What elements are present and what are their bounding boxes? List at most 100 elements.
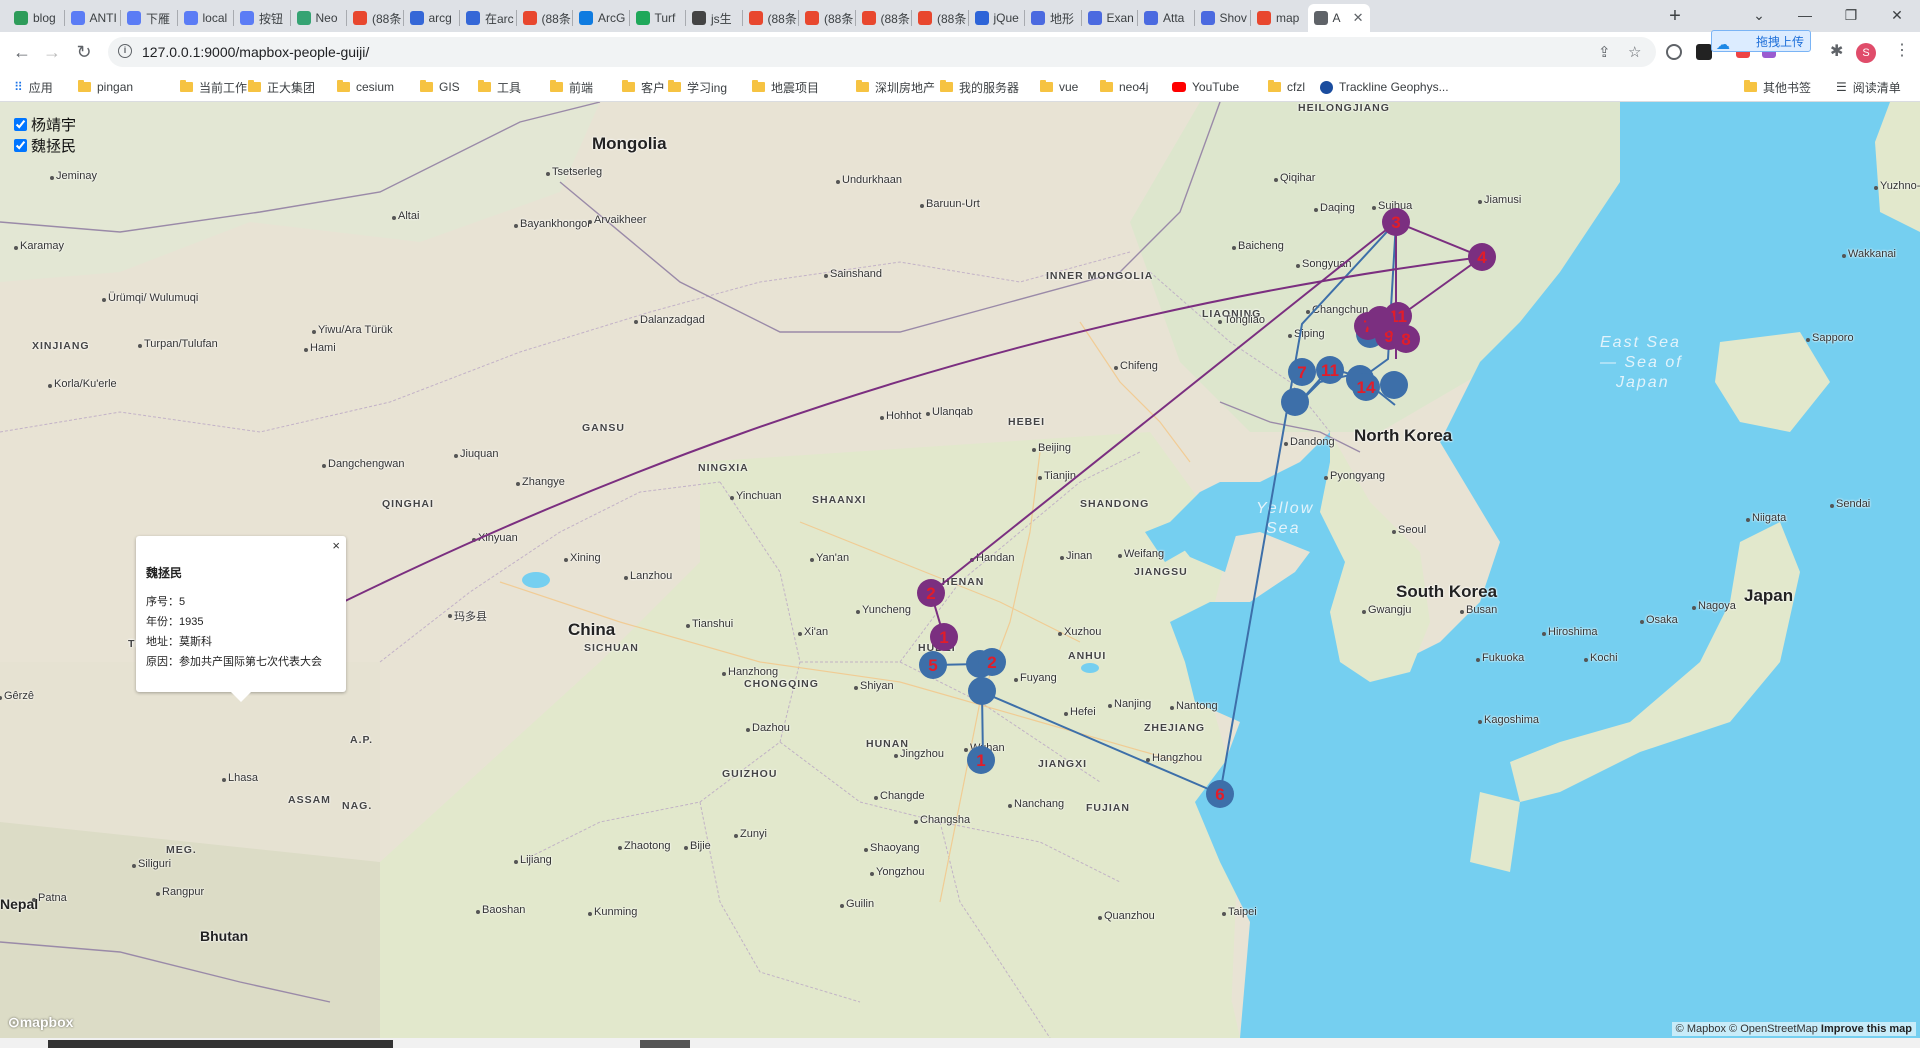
- tab-close-icon[interactable]: ✕: [1353, 10, 1364, 26]
- route-node-yang[interactable]: 5: [919, 651, 947, 679]
- tab-1[interactable]: ANTI: [65, 4, 121, 32]
- tab-22[interactable]: map: [1251, 4, 1307, 32]
- bookmark-9[interactable]: 学习ing: [668, 78, 727, 96]
- route-node-circle[interactable]: [1281, 388, 1309, 416]
- bookmark-star-icon[interactable]: ☆: [1628, 43, 1641, 61]
- url-text[interactable]: 127.0.0.1:9000/mapbox-people-guiji/: [142, 44, 369, 60]
- bookmark-12[interactable]: 我的服务器: [940, 78, 1019, 96]
- route-node-wei[interactable]: 4: [1468, 243, 1496, 271]
- extensions-puzzle-icon[interactable]: ✱: [1830, 41, 1846, 60]
- layer-toggle-wei[interactable]: 魏拯民: [14, 135, 76, 156]
- extension-dark-icon[interactable]: [1696, 44, 1712, 60]
- tab-5[interactable]: Neo: [291, 4, 347, 32]
- tab-2[interactable]: 下雁: [121, 4, 177, 32]
- route-node-yang[interactable]: [1380, 371, 1408, 399]
- layer-checkbox-yang[interactable]: [14, 118, 27, 131]
- layer-label-yang: 杨靖宇: [31, 117, 77, 134]
- bookmark-1[interactable]: pingan: [78, 78, 133, 96]
- tab-favicon-icon: [183, 11, 198, 25]
- mapbox-logo[interactable]: ⊙mapbox: [8, 1014, 73, 1031]
- bookmark-3[interactable]: 正大集团: [248, 78, 315, 96]
- tab-14[interactable]: (88条: [799, 4, 855, 32]
- bookmark-10[interactable]: 地震项目: [752, 78, 819, 96]
- tab-6[interactable]: (88条: [347, 4, 403, 32]
- share-icon[interactable]: ⇪: [1598, 43, 1611, 61]
- minimize-icon[interactable]: —: [1782, 0, 1828, 32]
- upload-button[interactable]: ☁ 拖拽上传: [1711, 30, 1811, 52]
- bookmark-17[interactable]: Trackline Geophys...: [1320, 78, 1449, 96]
- route-node-wei[interactable]: 2: [917, 579, 945, 607]
- tab-8[interactable]: 在arc: [460, 4, 516, 32]
- bookmark-7[interactable]: 前端: [550, 78, 593, 96]
- route-node-wei[interactable]: 1: [930, 623, 958, 651]
- tab-17[interactable]: jQue: [969, 4, 1025, 32]
- reload-icon[interactable]: ↻: [70, 38, 98, 66]
- tab-23[interactable]: A ✕: [1307, 4, 1370, 32]
- address-bar[interactable]: i 127.0.0.1:9000/mapbox-people-guiji/ ⇪ …: [108, 37, 1656, 67]
- bookmark-label: vue: [1059, 80, 1079, 94]
- route-node-yang[interactable]: [1281, 388, 1309, 416]
- tab-15[interactable]: (88条: [856, 4, 912, 32]
- route-node-yang[interactable]: 7: [1288, 358, 1316, 386]
- menu-kebab-icon[interactable]: ⋮: [1894, 40, 1910, 59]
- bookmark-6[interactable]: 工具: [478, 78, 521, 96]
- improve-map-link[interactable]: Improve this map: [1821, 1023, 1912, 1035]
- route-node-wei[interactable]: 3: [1382, 208, 1410, 236]
- forward-icon[interactable]: →: [38, 38, 66, 66]
- bookmark-label: 客户: [641, 80, 666, 95]
- tab-3[interactable]: local: [178, 4, 234, 32]
- extension-circle-icon[interactable]: [1666, 44, 1682, 60]
- route-node-circle[interactable]: [1380, 371, 1408, 399]
- tab-18[interactable]: 地形: [1025, 4, 1081, 32]
- bookmark-2[interactable]: 当前工作: [180, 78, 247, 96]
- layer-toggle-yang[interactable]: 杨靖宇: [14, 114, 76, 135]
- tab-21[interactable]: Shov: [1195, 4, 1251, 32]
- map-canvas[interactable]: Mongolia China North Korea South Korea Japan…: [0, 102, 1920, 1038]
- tab-0[interactable]: blog: [8, 4, 64, 32]
- route-node-yang[interactable]: 6: [1206, 780, 1234, 808]
- attribution-mapbox-link[interactable]: © Mapbox: [1676, 1023, 1726, 1035]
- tab-11[interactable]: Turf: [630, 4, 686, 32]
- tab-search-icon[interactable]: ⌄: [1736, 0, 1782, 32]
- tab-10[interactable]: ArcG: [573, 4, 629, 32]
- route-node-yang[interactable]: 11: [1316, 356, 1344, 384]
- reading-list[interactable]: ☰ 阅读清单: [1836, 78, 1901, 96]
- route-node-circle[interactable]: [968, 677, 996, 705]
- close-window-icon[interactable]: ✕: [1874, 0, 1920, 32]
- route-node-yang[interactable]: 1: [967, 746, 995, 774]
- site-info-icon[interactable]: i: [118, 44, 132, 58]
- tab-12[interactable]: js生: [686, 4, 742, 32]
- tab-16[interactable]: (88条: [912, 4, 968, 32]
- tab-7[interactable]: arcg: [404, 4, 460, 32]
- bookmark-8[interactable]: 客户: [622, 78, 665, 96]
- profile-avatar[interactable]: S: [1856, 43, 1876, 63]
- map-popup: × 魏拯民 序号：5 年份：1935 地址：莫斯科 原因：参加共产国际第七次代表…: [136, 536, 346, 702]
- route-node-circle[interactable]: [1366, 306, 1394, 334]
- route-node-wei[interactable]: 8: [1392, 325, 1420, 353]
- bookmark-15[interactable]: YouTube: [1172, 78, 1239, 96]
- new-tab-button[interactable]: +: [1662, 4, 1688, 30]
- bookmark-4[interactable]: cesium: [337, 78, 394, 96]
- bookmark-5[interactable]: GIS: [420, 78, 460, 96]
- tab-13[interactable]: (88条: [743, 4, 799, 32]
- route-node-yang[interactable]: 14: [1352, 373, 1380, 401]
- attribution-osm-link[interactable]: © OpenStreetMap: [1729, 1023, 1818, 1035]
- back-icon[interactable]: ←: [8, 38, 36, 66]
- popup-close-button[interactable]: ×: [332, 538, 340, 553]
- layer-checkbox-wei[interactable]: [14, 139, 27, 152]
- tab-20[interactable]: Atta: [1138, 4, 1194, 32]
- bookmark-14[interactable]: neo4j: [1100, 78, 1148, 96]
- tab-label: Exan: [1106, 11, 1134, 25]
- tab-19[interactable]: Exan: [1082, 4, 1138, 32]
- route-node-wei[interactable]: [1366, 306, 1394, 334]
- tab-4[interactable]: 按钮: [234, 4, 290, 32]
- bookmark-11[interactable]: 深圳房地产: [856, 78, 935, 96]
- tab-9[interactable]: (88条: [517, 4, 573, 32]
- bookmark-16[interactable]: cfzl: [1268, 78, 1305, 96]
- restore-icon[interactable]: ❐: [1828, 0, 1874, 32]
- bookmark-13[interactable]: vue: [1040, 78, 1078, 96]
- bookmark-other[interactable]: 其他书签: [1744, 78, 1811, 96]
- route-node-yang[interactable]: [968, 677, 996, 705]
- bookmark-0[interactable]: ⠿ 应用: [14, 78, 53, 96]
- route-node-yang[interactable]: 2: [978, 648, 1006, 676]
